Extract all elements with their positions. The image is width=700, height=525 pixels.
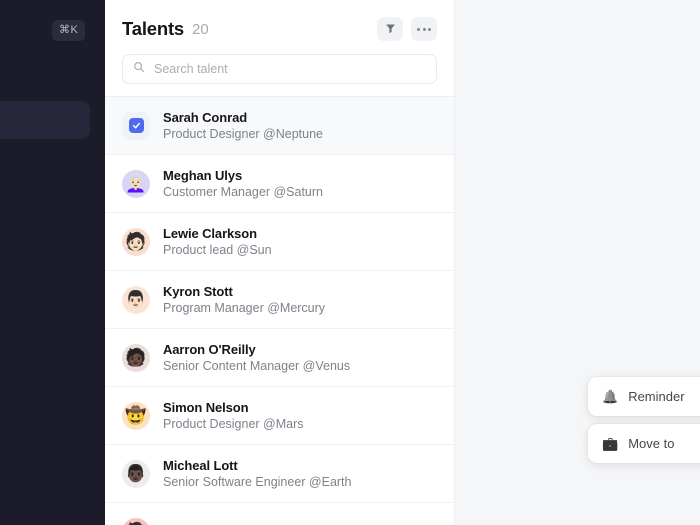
talent-text: Aarron O'Reilly Senior Content Manager @V… bbox=[163, 342, 350, 373]
checkmark-icon bbox=[128, 118, 144, 133]
avatar: 👩🏻‍🦳 bbox=[122, 169, 150, 198]
talent-role: Product lead @Sun bbox=[163, 243, 272, 257]
talent-text: Micheal Lott Senior Software Engineer @Ea… bbox=[163, 458, 351, 489]
talent-text: Meghan Ulys Customer Manager @Saturn bbox=[163, 168, 323, 199]
search-area bbox=[105, 44, 454, 96]
talent-name: Aarron O'Reilly bbox=[163, 342, 256, 357]
talent-row[interactable]: 👩🏻‍🦳 Meghan Ulys Customer Manager @Saturn bbox=[105, 155, 454, 213]
talent-count-badge: 20 bbox=[192, 20, 209, 38]
left-sidebar-content: ⌘K DashboardProjectsCalendar DesignersEn… bbox=[0, 0, 105, 525]
talent-row[interactable]: Sarah Conrad Product Designer @Neptune bbox=[105, 97, 454, 155]
more-options-icon bbox=[417, 27, 431, 31]
avatar: 👨🏻 bbox=[122, 285, 150, 314]
talent-name: Simon Nelson bbox=[163, 400, 249, 415]
page-title: Talents bbox=[122, 18, 184, 39]
talent-row[interactable]: 🧑🏿 Aarron O'Reilly Senior Content Manager … bbox=[105, 329, 454, 387]
menu-item-reminder[interactable]: 🔔 Reminder bbox=[588, 377, 700, 416]
talent-checkbox-checked[interactable] bbox=[122, 111, 150, 140]
talent-row[interactable]: 🧑🏻Brian Coper bbox=[105, 503, 454, 525]
header-actions bbox=[377, 17, 437, 41]
menu-item-label: Reminder bbox=[628, 389, 685, 404]
avatar: 🧑🏿 bbox=[122, 343, 150, 372]
talent-name: Sarah Conrad bbox=[163, 110, 248, 125]
talent-name: Lewie Clarkson bbox=[163, 226, 257, 241]
command-k-shortcut-badge: ⌘K bbox=[52, 20, 86, 41]
panel-header: Talents 20 bbox=[105, 0, 454, 44]
talent-role: Program Manager @Mercury bbox=[163, 301, 326, 315]
avatar: 👨🏿 bbox=[122, 459, 150, 488]
talent-role: Product Designer @Neptune bbox=[163, 127, 323, 141]
talent-row[interactable]: 🧑🏻 Lewie Clarkson Product lead @Sun bbox=[105, 213, 454, 271]
talent-text: Lewie Clarkson Product lead @Sun bbox=[163, 226, 272, 257]
more-options-button[interactable] bbox=[411, 17, 437, 41]
bell-icon: 🔔 bbox=[602, 389, 619, 404]
talent-list: Sarah Conrad Product Designer @Neptune 👩🏻‍… bbox=[105, 96, 454, 525]
talent-role: Customer Manager @Saturn bbox=[163, 185, 323, 199]
avatar: 🧑🏻 bbox=[122, 517, 150, 525]
talent-text: Sarah Conrad Product Designer @Neptune bbox=[163, 110, 323, 141]
talent-row[interactable]: 🤠 Simon Nelson Product Designer @Mars bbox=[105, 387, 454, 445]
menu-item-move-to[interactable]: 💼 Move to bbox=[588, 424, 700, 463]
talent-name: Meghan Ulys bbox=[163, 168, 243, 183]
search-input[interactable] bbox=[154, 62, 426, 76]
talents-panel: Talents 20 Search talent Sarah Conrad Pr… bbox=[105, 0, 455, 525]
filter-icon bbox=[385, 22, 396, 37]
filter-button[interactable] bbox=[377, 17, 403, 41]
talent-role: Senior Software Engineer @Earth bbox=[163, 475, 352, 489]
talent-name: Micheal Lott bbox=[163, 458, 238, 473]
talent-row[interactable]: 👨🏻 Kyron Stott Program Manager @Mercury bbox=[105, 271, 454, 329]
talent-role: Product Designer @Mars bbox=[163, 417, 304, 431]
talent-text: Simon Nelson Product Designer @Mars bbox=[163, 400, 304, 431]
search-icon bbox=[133, 60, 145, 78]
avatar: 🧑🏻 bbox=[122, 227, 150, 256]
talent-name: Kyron Stott bbox=[163, 284, 233, 299]
left-sidebar: ⌘K DashboardProjectsCalendar DesignersEn… bbox=[0, 0, 105, 525]
menu-item-label: Move to bbox=[628, 436, 675, 451]
talent-text: Kyron Stott Program Manager @Mercury bbox=[163, 284, 325, 315]
avatar: 🤠 bbox=[122, 401, 150, 430]
sidebar-item-projects[interactable]: Projects bbox=[0, 101, 90, 139]
context-menu: 🔔 Reminder 💼 Move to bbox=[588, 377, 700, 471]
search-box[interactable] bbox=[122, 54, 437, 84]
briefcase-icon: 💼 bbox=[602, 436, 619, 451]
talent-row[interactable]: 👨🏿 Micheal Lott Senior Software Engineer @… bbox=[105, 445, 454, 503]
talent-role: Senior Content Manager @Venus bbox=[163, 359, 351, 373]
sidebar-item-calendar[interactable]: Calendar bbox=[0, 139, 90, 177]
